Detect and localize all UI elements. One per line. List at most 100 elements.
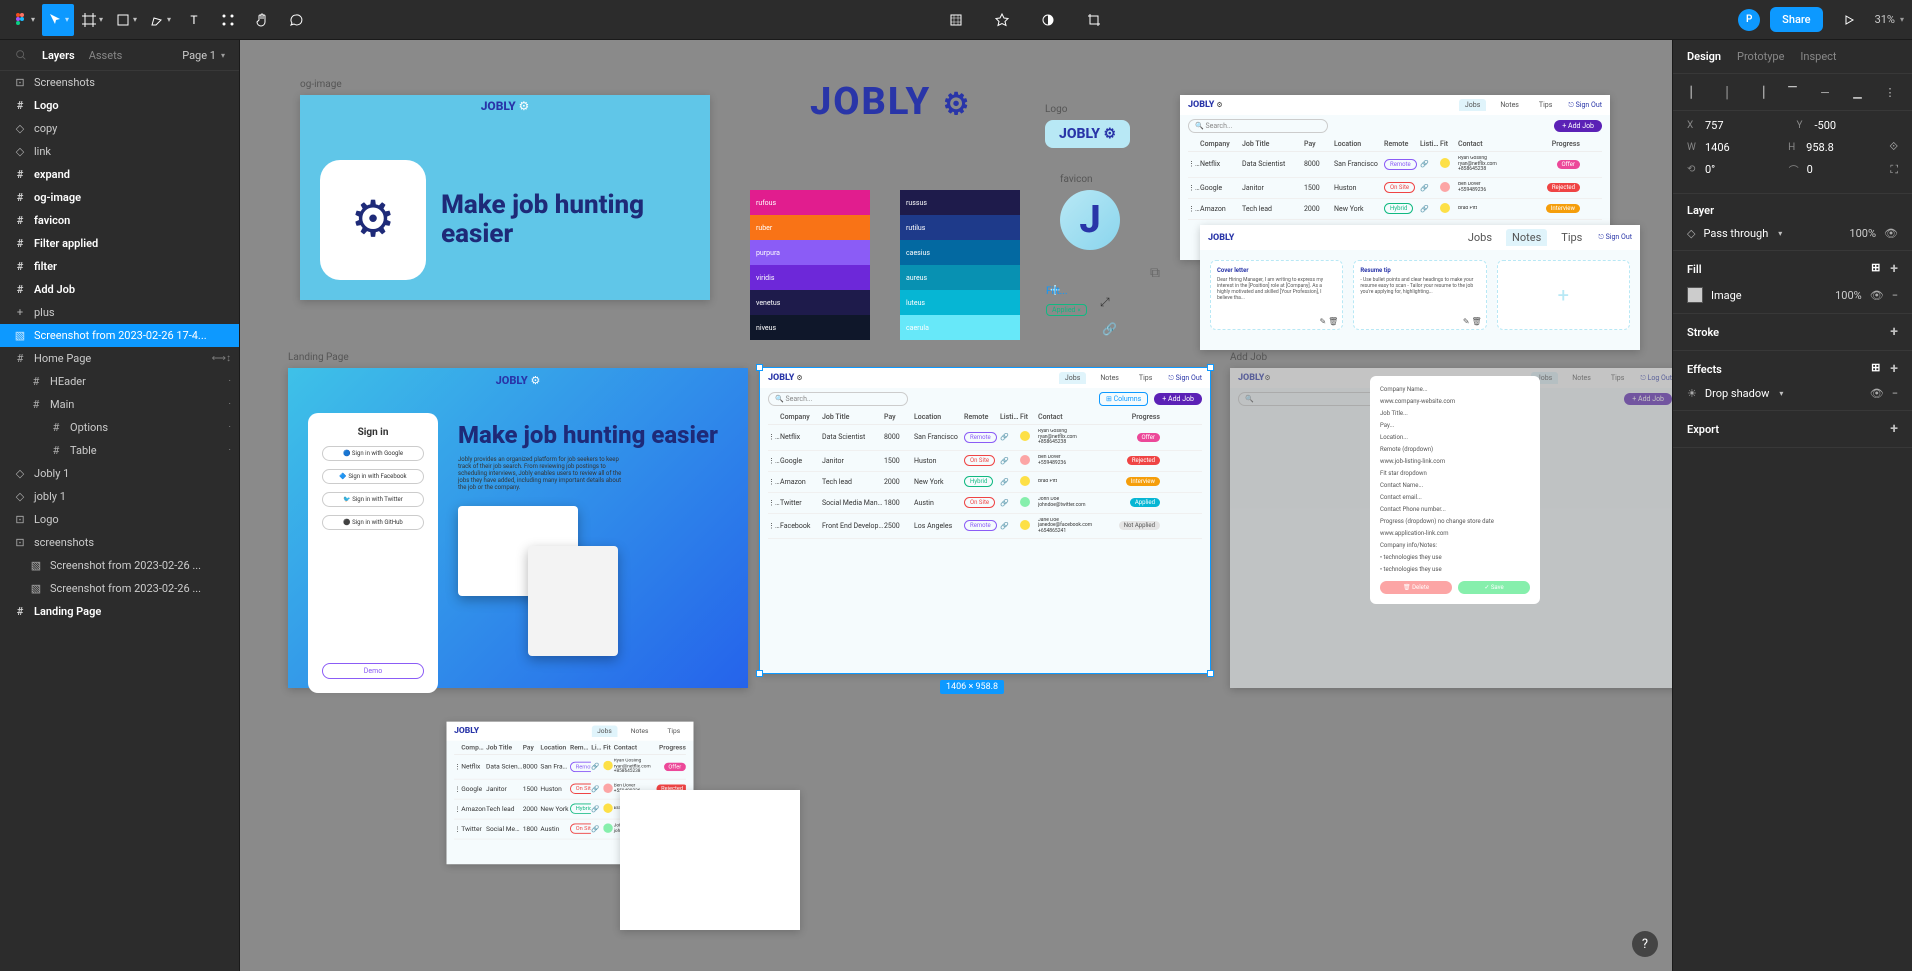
- layer-row[interactable]: #Table·: [0, 439, 239, 462]
- present-button[interactable]: [1833, 4, 1865, 36]
- layer-row[interactable]: ◇copy: [0, 117, 239, 140]
- layer-row[interactable]: ◇Jobly 1: [0, 462, 239, 485]
- canvas[interactable]: og-image JOBLY ⚙ ⚙ Make job hunting easi…: [240, 40, 1672, 971]
- help-button[interactable]: ?: [1632, 931, 1658, 957]
- move-tool[interactable]: ▾: [42, 4, 74, 36]
- inspect-tab[interactable]: Inspect: [1800, 50, 1836, 63]
- align-left[interactable]: ▏: [1683, 82, 1707, 102]
- palette-1[interactable]: rufousruberpurpuraviridisvenetusniveus: [750, 190, 870, 340]
- align-right[interactable]: ▕: [1748, 82, 1772, 102]
- layer-row[interactable]: #HEader·: [0, 370, 239, 393]
- user-avatar[interactable]: P: [1738, 9, 1760, 31]
- fill-section: Fill⊞+ Image100%👁−: [1673, 251, 1912, 314]
- prop-x[interactable]: 757: [1705, 119, 1755, 132]
- prop-radius[interactable]: 0: [1807, 163, 1857, 176]
- frame-logo[interactable]: Logo JOBLY ⚙: [1045, 120, 1130, 148]
- layer-row[interactable]: #Add Job: [0, 278, 239, 301]
- align-vcenter[interactable]: ─: [1813, 82, 1837, 102]
- add-export[interactable]: +: [1890, 421, 1898, 437]
- frame-notes[interactable]: JOBLY⚙ JobsNotesTips ⎋ Sign Out Cover le…: [1200, 225, 1640, 350]
- constrain-icon[interactable]: ⟐: [1889, 140, 1898, 154]
- pen-tool[interactable]: ▾: [144, 4, 176, 36]
- page-selector[interactable]: Page 1▾: [182, 49, 225, 62]
- frame-filter[interactable]: Filt... Applied×: [1046, 302, 1087, 316]
- layer-row[interactable]: ⊡Screenshots: [0, 71, 239, 94]
- fill-visibility[interactable]: 👁: [1870, 289, 1884, 302]
- sso-facebook[interactable]: 🔷 Sign in with Facebook: [322, 469, 424, 484]
- layer-row[interactable]: #favicon: [0, 209, 239, 232]
- layer-row[interactable]: ◇link: [0, 140, 239, 163]
- align-bottom[interactable]: ▁: [1846, 82, 1870, 102]
- figma-menu[interactable]: ▾: [8, 4, 40, 36]
- layers-tab[interactable]: Layers: [42, 49, 75, 62]
- clip-icon[interactable]: ⛶: [1890, 163, 1898, 177]
- prototype-tab[interactable]: Prototype: [1737, 50, 1784, 63]
- layer-row[interactable]: #expand: [0, 163, 239, 186]
- logo-text[interactable]: JOBLY ⚙: [810, 80, 972, 124]
- align-hcenter[interactable]: │: [1716, 82, 1740, 102]
- comment-tool[interactable]: [280, 4, 312, 36]
- layer-row[interactable]: ⊡Logo: [0, 508, 239, 531]
- demo-btn[interactable]: Demo: [322, 663, 424, 679]
- layer-row[interactable]: ▧Screenshot from 2023-02-26 ...: [0, 554, 239, 577]
- share-button[interactable]: Share: [1770, 7, 1822, 32]
- link-icon[interactable]: 🔗: [1102, 322, 1117, 336]
- shape-tool[interactable]: ▾: [110, 4, 142, 36]
- fill-styles-icon[interactable]: ⊞: [1871, 261, 1880, 277]
- component-tool[interactable]: [940, 4, 972, 36]
- sso-google[interactable]: 🔵 Sign in with Google: [322, 446, 424, 461]
- effect-visibility[interactable]: 👁: [1870, 387, 1884, 400]
- frame-landing[interactable]: Landing Page JOBLY ⚙ Sign in 🔵 Sign in w…: [288, 368, 748, 688]
- layer-row[interactable]: #og-image: [0, 186, 239, 209]
- layer-row[interactable]: +plus: [0, 301, 239, 324]
- text-tool[interactable]: T: [178, 4, 210, 36]
- layer-row[interactable]: ▧Screenshot from 2023-02-26 ...: [0, 577, 239, 600]
- expand-icon[interactable]: ⤢: [1100, 295, 1110, 310]
- fill-swatch[interactable]: [1687, 287, 1703, 303]
- frame-small-2[interactable]: [620, 790, 800, 930]
- frame-og-image[interactable]: og-image JOBLY ⚙ ⚙ Make job hunting easi…: [300, 95, 710, 300]
- layer-row[interactable]: #Logo: [0, 94, 239, 117]
- design-tab[interactable]: Design: [1687, 50, 1721, 63]
- prop-h[interactable]: 958.8: [1806, 141, 1856, 154]
- effect-styles-icon[interactable]: ⊞: [1871, 361, 1880, 377]
- visibility-toggle[interactable]: 👁: [1884, 227, 1898, 240]
- align-top[interactable]: ▔: [1781, 82, 1805, 102]
- search-icon[interactable]: [14, 48, 28, 62]
- mask-tool[interactable]: [986, 4, 1018, 36]
- add-fill[interactable]: +: [1890, 261, 1898, 277]
- distribute[interactable]: ⋮: [1878, 82, 1902, 102]
- copy-icon[interactable]: ⧉: [1150, 265, 1160, 281]
- remove-fill[interactable]: −: [1892, 289, 1898, 302]
- hand-tool[interactable]: [246, 4, 278, 36]
- layer-row[interactable]: #Options·: [0, 416, 239, 439]
- add-stroke[interactable]: +: [1890, 324, 1898, 340]
- layer-row[interactable]: #Home Page⟷↕: [0, 347, 239, 370]
- frame-label: favicon: [1060, 174, 1093, 185]
- layer-row[interactable]: ▧Screenshot from 2023-02-26 17-4...: [0, 324, 239, 347]
- frame-favicon[interactable]: favicon J: [1060, 190, 1120, 250]
- sso-github[interactable]: ⚫ Sign in with GitHub: [322, 515, 424, 530]
- zoom-level[interactable]: 31%▾: [1875, 13, 1904, 26]
- layer-row[interactable]: ⊡screenshots: [0, 531, 239, 554]
- palette-2[interactable]: russusrutiluscaesiusaureusluteuscaerula: [900, 190, 1020, 340]
- blend-mode[interactable]: Pass through: [1703, 227, 1768, 240]
- prop-rotation[interactable]: 0°: [1705, 163, 1755, 176]
- layer-row[interactable]: ◇jobly 1: [0, 485, 239, 508]
- layer-row[interactable]: #filter: [0, 255, 239, 278]
- resources-tool[interactable]: [212, 4, 244, 36]
- layer-row[interactable]: #Filter applied: [0, 232, 239, 255]
- layer-row[interactable]: #Main·: [0, 393, 239, 416]
- boolean-tool[interactable]: [1032, 4, 1064, 36]
- crop-tool[interactable]: [1078, 4, 1110, 36]
- layer-row[interactable]: #Landing Page: [0, 600, 239, 623]
- prop-y[interactable]: -500: [1815, 119, 1865, 132]
- sso-twitter[interactable]: 🐦 Sign in with Twitter: [322, 492, 424, 507]
- add-effect[interactable]: +: [1890, 361, 1898, 377]
- effect-type[interactable]: Drop shadow: [1705, 387, 1769, 400]
- frame-addjob[interactable]: Add Job JOBLY⚙ JobsNotesTips ⎋ Log Out 🔍…: [1230, 368, 1672, 688]
- prop-w[interactable]: 1406: [1705, 141, 1755, 154]
- assets-tab[interactable]: Assets: [89, 49, 123, 62]
- remove-effect[interactable]: −: [1892, 387, 1898, 400]
- frame-tool[interactable]: ▾: [76, 4, 108, 36]
